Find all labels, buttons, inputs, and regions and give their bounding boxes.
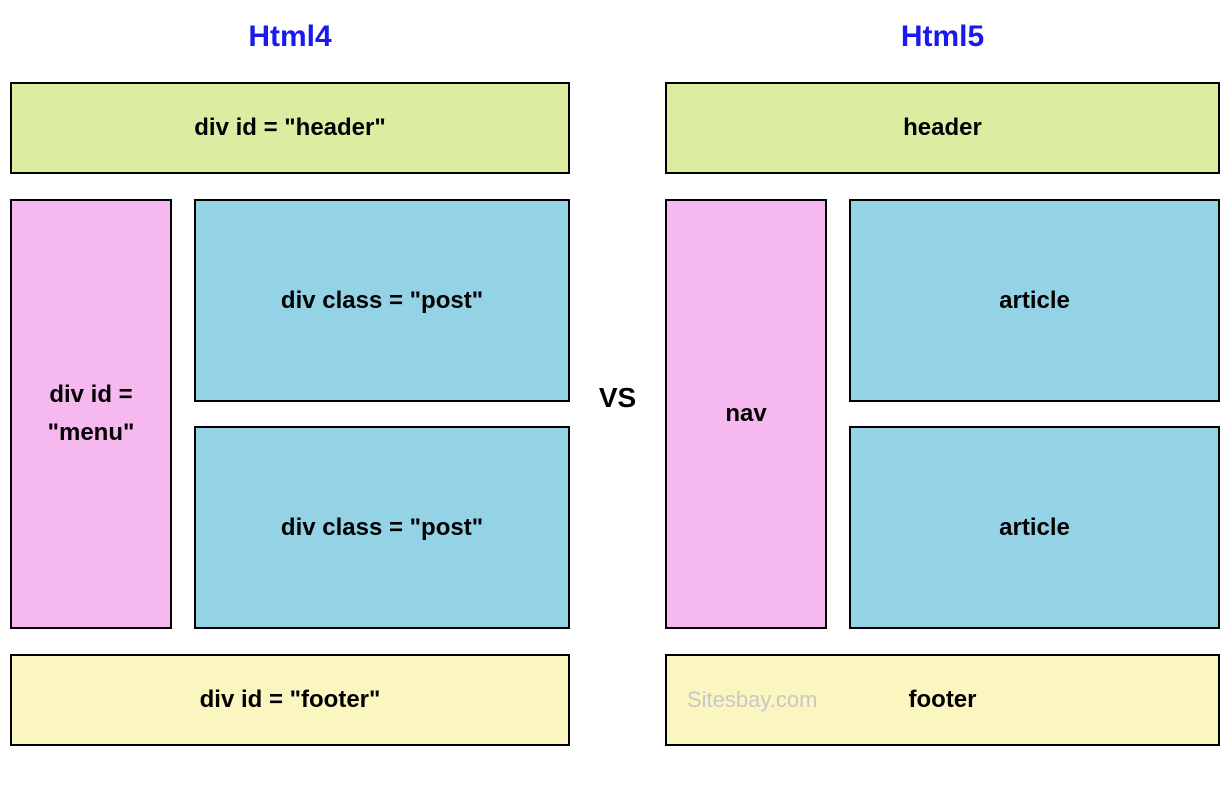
html5-middle-row: nav article article [665, 199, 1220, 629]
html5-title: Html5 [665, 20, 1220, 54]
html4-header-label: div id = "header" [194, 114, 385, 142]
html4-menu-label: div id = "menu" [12, 376, 170, 453]
html5-article2-box: article [849, 426, 1220, 629]
html5-footer-label: footer [909, 686, 977, 714]
html4-post1-label: div class = "post" [281, 287, 483, 315]
comparison-diagram: Html4 div id = "header" div id = "menu" … [10, 10, 1220, 785]
html5-nav-box: nav [665, 199, 827, 629]
html5-footer-box: Sitesbay.com footer [665, 654, 1220, 746]
html4-post2-box: div class = "post" [194, 426, 570, 629]
html5-article1-box: article [849, 199, 1220, 402]
html4-post2-label: div class = "post" [281, 514, 483, 542]
html4-column: Html4 div id = "header" div id = "menu" … [10, 10, 570, 785]
watermark-text: Sitesbay.com [687, 687, 817, 713]
html4-posts: div class = "post" div class = "post" [194, 199, 570, 629]
html5-article2-label: article [999, 514, 1070, 542]
html4-middle-row: div id = "menu" div class = "post" div c… [10, 199, 570, 629]
html5-header-label: header [903, 114, 982, 142]
html4-menu-box: div id = "menu" [10, 199, 172, 629]
html5-header-box: header [665, 82, 1220, 174]
html4-title: Html4 [10, 20, 570, 54]
vs-separator: VS [570, 10, 665, 785]
html4-footer-box: div id = "footer" [10, 654, 570, 746]
html4-header-box: div id = "header" [10, 82, 570, 174]
html5-nav-label: nav [725, 395, 766, 433]
html5-column: Html5 header nav article article Sitesba… [665, 10, 1220, 785]
html5-articles: article article [849, 199, 1220, 629]
vs-label: VS [599, 382, 636, 414]
html5-article1-label: article [999, 287, 1070, 315]
html4-footer-label: div id = "footer" [200, 686, 381, 714]
html4-post1-box: div class = "post" [194, 199, 570, 402]
